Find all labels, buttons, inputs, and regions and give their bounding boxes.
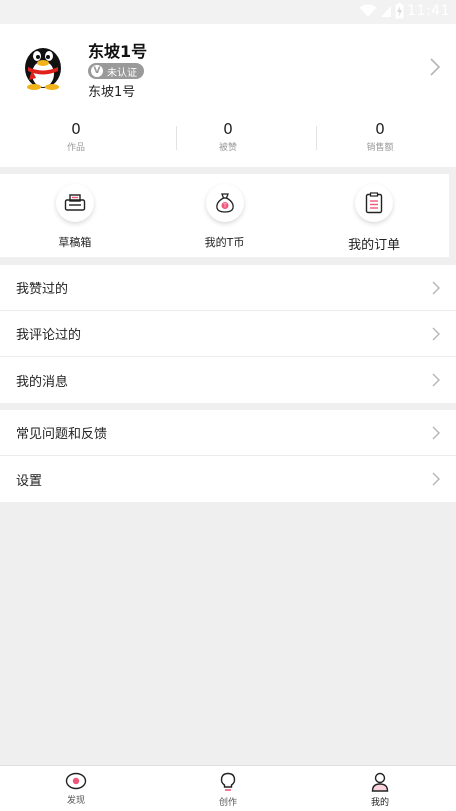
- tab-label: 发现: [66, 796, 85, 806]
- wifi-icon: [359, 4, 377, 17]
- tab-label: 创作: [218, 798, 237, 808]
- my-tcoin-label: 我的T币: [204, 236, 245, 249]
- stat-label: 销售额: [366, 143, 394, 153]
- order-list-icon: [355, 184, 394, 222]
- chevron-right-icon: [432, 281, 440, 294]
- profile-name: 东坡1号: [88, 42, 148, 61]
- stat-likes[interactable]: 0 被赞: [152, 120, 304, 156]
- menu-item-settings[interactable]: 设置: [0, 456, 456, 502]
- quick-actions: 草稿箱 T 我的T币 我的订单: [0, 174, 449, 257]
- tab-discover[interactable]: 发现: [0, 766, 152, 811]
- menu-group-support: 常见问题和反馈 设置: [0, 410, 456, 502]
- stat-works[interactable]: 0 作品: [0, 120, 152, 156]
- tab-me[interactable]: 我的: [304, 766, 456, 811]
- menu-item-faq-feedback[interactable]: 常见问题和反馈: [0, 410, 456, 456]
- verified-v-icon: V: [91, 65, 103, 77]
- status-icons: 11:41: [359, 3, 450, 19]
- profile-card[interactable]: 东坡1号 V 未认证 东坡1号 0 作品 0 被赞 0 销售额: [0, 24, 456, 167]
- tab-label: 我的: [367, 795, 393, 808]
- battery-charging-icon: [395, 3, 404, 19]
- chevron-right-icon: [430, 58, 440, 76]
- menu-label: 我赞过的: [16, 282, 69, 297]
- my-orders-button[interactable]: 我的订单: [299, 174, 449, 257]
- chevron-right-icon: [432, 373, 440, 387]
- menu-label: 我评论过的: [16, 328, 82, 343]
- profile-subtitle: 东坡1号: [88, 85, 136, 100]
- menu-label: 我的消息: [16, 374, 69, 390]
- status-bar: 11:41: [0, 0, 456, 24]
- profile-stats: 0 作品 0 被赞 0 销售额: [0, 120, 456, 156]
- stat-sales[interactable]: 0 销售额: [304, 120, 456, 156]
- signal-icon: [381, 6, 392, 17]
- eye-icon: [65, 772, 87, 790]
- verification-badge: V 未认证: [88, 63, 144, 79]
- stat-label: 作品: [66, 143, 85, 153]
- chevron-right-icon: [432, 327, 440, 340]
- qq-penguin-avatar-icon: [25, 48, 61, 90]
- my-tcoin-button[interactable]: T 我的T币: [150, 174, 300, 257]
- my-orders-label: 我的订单: [348, 238, 401, 253]
- badge-label: 未认证: [107, 67, 137, 79]
- stat-label: 被赞: [218, 143, 237, 153]
- menu-label: 设置: [16, 473, 43, 489]
- menu-item-liked[interactable]: 我赞过的: [0, 265, 456, 311]
- bottom-tab-bar: 发现 创作 我的: [0, 765, 456, 811]
- menu-label: 常见问题和反馈: [16, 427, 108, 442]
- tab-create[interactable]: 创作: [152, 766, 304, 811]
- stat-value: 0: [375, 120, 385, 138]
- menu-item-messages[interactable]: 我的消息: [0, 357, 456, 403]
- drafts-label: 草稿箱: [58, 236, 92, 249]
- money-bag-icon: T: [205, 184, 244, 222]
- lightbulb-icon: [220, 772, 236, 791]
- drafts-button[interactable]: 草稿箱: [0, 174, 150, 257]
- status-time: 11:41: [407, 3, 450, 19]
- chevron-right-icon: [432, 472, 440, 486]
- person-icon: [371, 772, 389, 792]
- stat-value: 0: [71, 120, 81, 138]
- stat-value: 0: [223, 120, 233, 138]
- menu-group-activity: 我赞过的 我评论过的 我的消息: [0, 265, 456, 403]
- menu-item-commented[interactable]: 我评论过的: [0, 311, 456, 357]
- chevron-right-icon: [432, 426, 440, 439]
- printer-icon: [55, 184, 94, 222]
